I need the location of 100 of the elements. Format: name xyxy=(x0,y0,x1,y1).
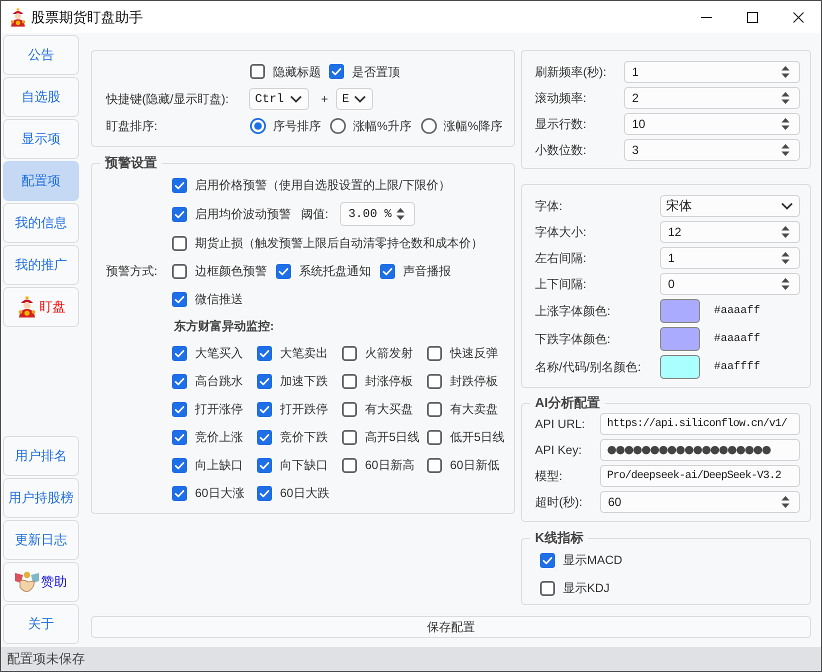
radio-button[interactable] xyxy=(420,118,437,134)
checkbox-label: 期货止损（触发预警上限后自动清零持仓数和成本价） xyxy=(195,235,483,252)
field-label: 上下间隔: xyxy=(535,276,588,293)
spin-arrows-icon[interactable] xyxy=(781,277,790,291)
checkbox[interactable] xyxy=(329,64,344,79)
spin-arrows-icon[interactable] xyxy=(781,65,790,79)
dropdown[interactable]: Ctrl xyxy=(249,88,309,110)
spin-arrows-icon[interactable] xyxy=(781,251,790,265)
sidebar-tab[interactable]: 公告 xyxy=(3,35,79,75)
radio-button[interactable] xyxy=(330,118,346,134)
section-heading: 东方财富异动监控: xyxy=(174,318,274,335)
radio-button[interactable] xyxy=(250,118,266,134)
checkbox[interactable] xyxy=(427,346,442,360)
spin-arrows-icon[interactable] xyxy=(396,207,406,221)
checkbox[interactable] xyxy=(276,264,291,278)
checkbox[interactable] xyxy=(257,486,272,500)
maximize-icon[interactable] xyxy=(746,12,758,22)
close-icon[interactable] xyxy=(792,12,804,22)
plus-sign: + xyxy=(321,90,328,108)
checkbox[interactable] xyxy=(427,430,442,444)
spin-arrows-icon[interactable] xyxy=(781,117,790,131)
checkbox[interactable] xyxy=(342,402,357,416)
checkbox[interactable] xyxy=(342,458,357,472)
checkbox-label: 快速反弹 xyxy=(450,345,498,362)
sidebar-tab[interactable]: 显示项 xyxy=(3,119,79,159)
color-swatch[interactable] xyxy=(660,299,700,323)
field-label: 预警方式: xyxy=(106,263,158,280)
checkbox[interactable] xyxy=(257,374,272,388)
color-swatch[interactable] xyxy=(660,327,700,351)
checkbox-label: 大笔卖出 xyxy=(280,345,328,362)
checkbox-label: 加速下跌 xyxy=(280,373,328,390)
checkbox[interactable] xyxy=(172,402,187,416)
sidebar-tab[interactable]: 更新日志 xyxy=(3,520,79,560)
spin-box[interactable]: 1 xyxy=(624,61,800,83)
checkbox[interactable] xyxy=(342,346,357,360)
checkbox-label: 高开5日线 xyxy=(365,429,420,446)
checkbox[interactable] xyxy=(257,346,272,360)
checkbox[interactable] xyxy=(427,374,442,388)
sidebar-tab[interactable]: 用户持股榜 xyxy=(3,478,79,518)
checkbox-label: 启用均价波动预警 xyxy=(195,206,291,223)
text-field[interactable]: Pro/deepseek-ai/DeepSeek-V3.2 xyxy=(600,465,800,487)
password-field[interactable]: ●●●●●●●●●●●●●●●●●●● xyxy=(600,439,800,461)
spin-box[interactable]: 3 xyxy=(624,139,800,161)
checkbox-label: 打开跌停 xyxy=(280,401,328,418)
checkbox[interactable] xyxy=(257,458,272,472)
save-button[interactable]: 保存配置 xyxy=(91,616,811,638)
chevron-down-icon[interactable] xyxy=(354,94,366,102)
checkbox-label: 微信推送 xyxy=(195,291,243,308)
text-field[interactable]: https://api.siliconflow.cn/v1/ xyxy=(600,413,800,435)
sidebar-tab[interactable]: 我的推广 xyxy=(3,245,79,285)
checkbox[interactable] xyxy=(172,458,187,472)
section-title: K线指标 xyxy=(534,530,584,546)
checkbox-label: 竞价下跌 xyxy=(280,429,328,446)
sidebar-tab[interactable]: 关于 xyxy=(3,604,79,644)
checkbox[interactable] xyxy=(172,374,187,388)
spin-box[interactable]: 0 xyxy=(660,273,800,295)
spin-box[interactable]: 3.00 % xyxy=(340,202,416,226)
field-label: 字体大小: xyxy=(535,224,588,241)
sidebar-tab[interactable]: 盯盘 xyxy=(3,287,79,327)
checkbox[interactable] xyxy=(257,430,272,444)
checkbox[interactable] xyxy=(540,580,555,596)
checkbox[interactable] xyxy=(172,292,187,306)
chevron-down-icon[interactable] xyxy=(290,94,302,102)
field-label: 滚动频率: xyxy=(535,90,588,107)
sidebar-tab[interactable]: 自选股 xyxy=(3,77,79,117)
checkbox[interactable] xyxy=(380,264,395,278)
checkbox[interactable] xyxy=(427,458,442,472)
dropdown[interactable]: E xyxy=(336,88,374,110)
spin-box[interactable]: 60 xyxy=(600,491,800,513)
checkbox[interactable] xyxy=(172,206,187,222)
checkbox[interactable] xyxy=(342,430,357,444)
spin-box[interactable]: 10 xyxy=(624,113,800,135)
checkbox-label: 有大卖盘 xyxy=(450,401,498,418)
checkbox[interactable] xyxy=(172,264,187,278)
spin-box[interactable]: 2 xyxy=(624,87,800,109)
checkbox[interactable] xyxy=(172,486,187,500)
radio-label: 序号排序 xyxy=(273,118,321,134)
checkbox[interactable] xyxy=(250,64,265,79)
spin-box[interactable]: 12 xyxy=(660,221,800,243)
checkbox[interactable] xyxy=(172,346,187,360)
checkbox[interactable] xyxy=(257,402,272,416)
sidebar-tab[interactable]: 我的信息 xyxy=(3,203,79,243)
color-swatch[interactable] xyxy=(660,355,700,379)
checkbox[interactable] xyxy=(427,402,442,416)
spin-arrows-icon[interactable] xyxy=(781,225,790,239)
checkbox[interactable] xyxy=(172,430,187,444)
checkbox[interactable] xyxy=(342,374,357,388)
sidebar-tab[interactable]: 赞助 xyxy=(3,562,79,602)
checkbox[interactable] xyxy=(540,552,555,568)
spin-arrows-icon[interactable] xyxy=(781,143,790,157)
checkbox[interactable] xyxy=(172,236,187,250)
chevron-down-icon[interactable] xyxy=(781,202,793,210)
field-label: 超时(秒): xyxy=(535,494,584,511)
checkbox-label: 是否置顶 xyxy=(352,64,400,80)
sidebar-tab[interactable]: 用户排名 xyxy=(3,436,79,476)
checkbox[interactable] xyxy=(172,178,187,192)
spin-arrows-icon[interactable] xyxy=(781,495,790,509)
spin-box[interactable]: 1 xyxy=(660,247,800,269)
spin-arrows-icon[interactable] xyxy=(781,91,790,105)
dropdown[interactable]: 宋体 xyxy=(660,195,800,217)
